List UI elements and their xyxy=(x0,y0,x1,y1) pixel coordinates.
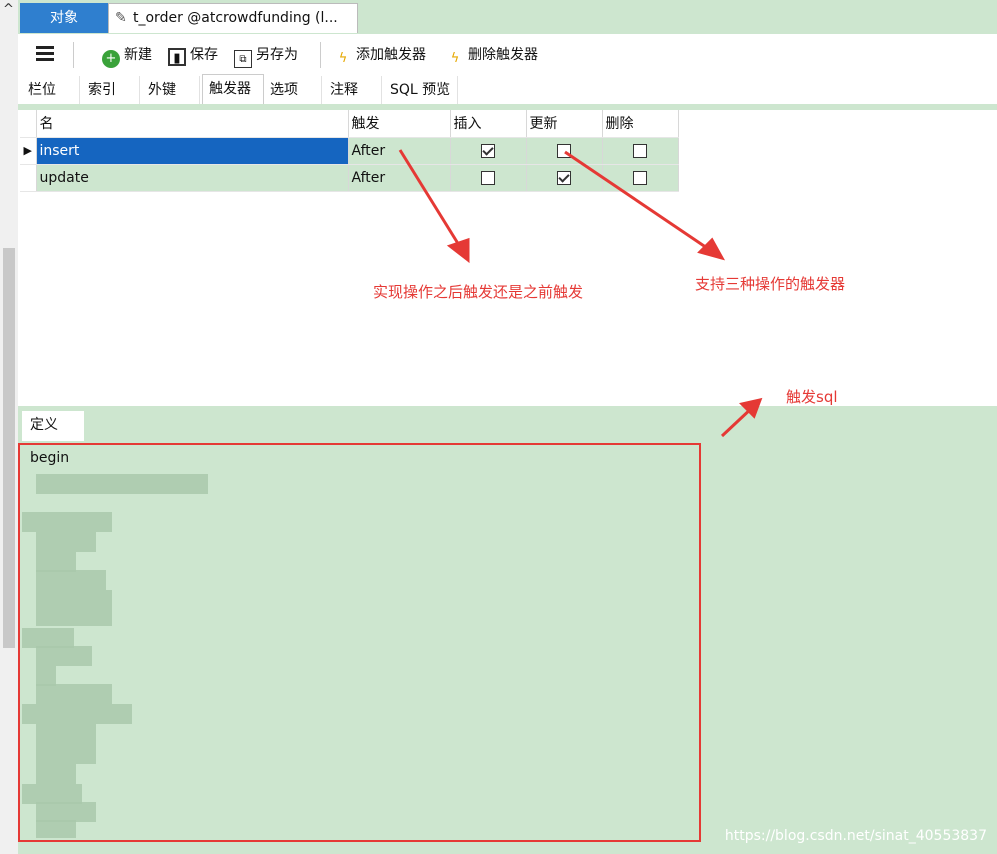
arrow-ops-line xyxy=(564,150,711,252)
arrow-timing-head xyxy=(446,237,470,264)
tab-definition[interactable]: 定义 xyxy=(22,411,84,441)
watermark: https://blog.csdn.net/sinat_40553837 xyxy=(724,828,987,844)
sql-first-line: begin xyxy=(30,450,70,466)
sql-editor[interactable] xyxy=(18,443,701,842)
arrow-timing-line xyxy=(398,149,464,251)
arrow-ops-head xyxy=(697,237,726,261)
